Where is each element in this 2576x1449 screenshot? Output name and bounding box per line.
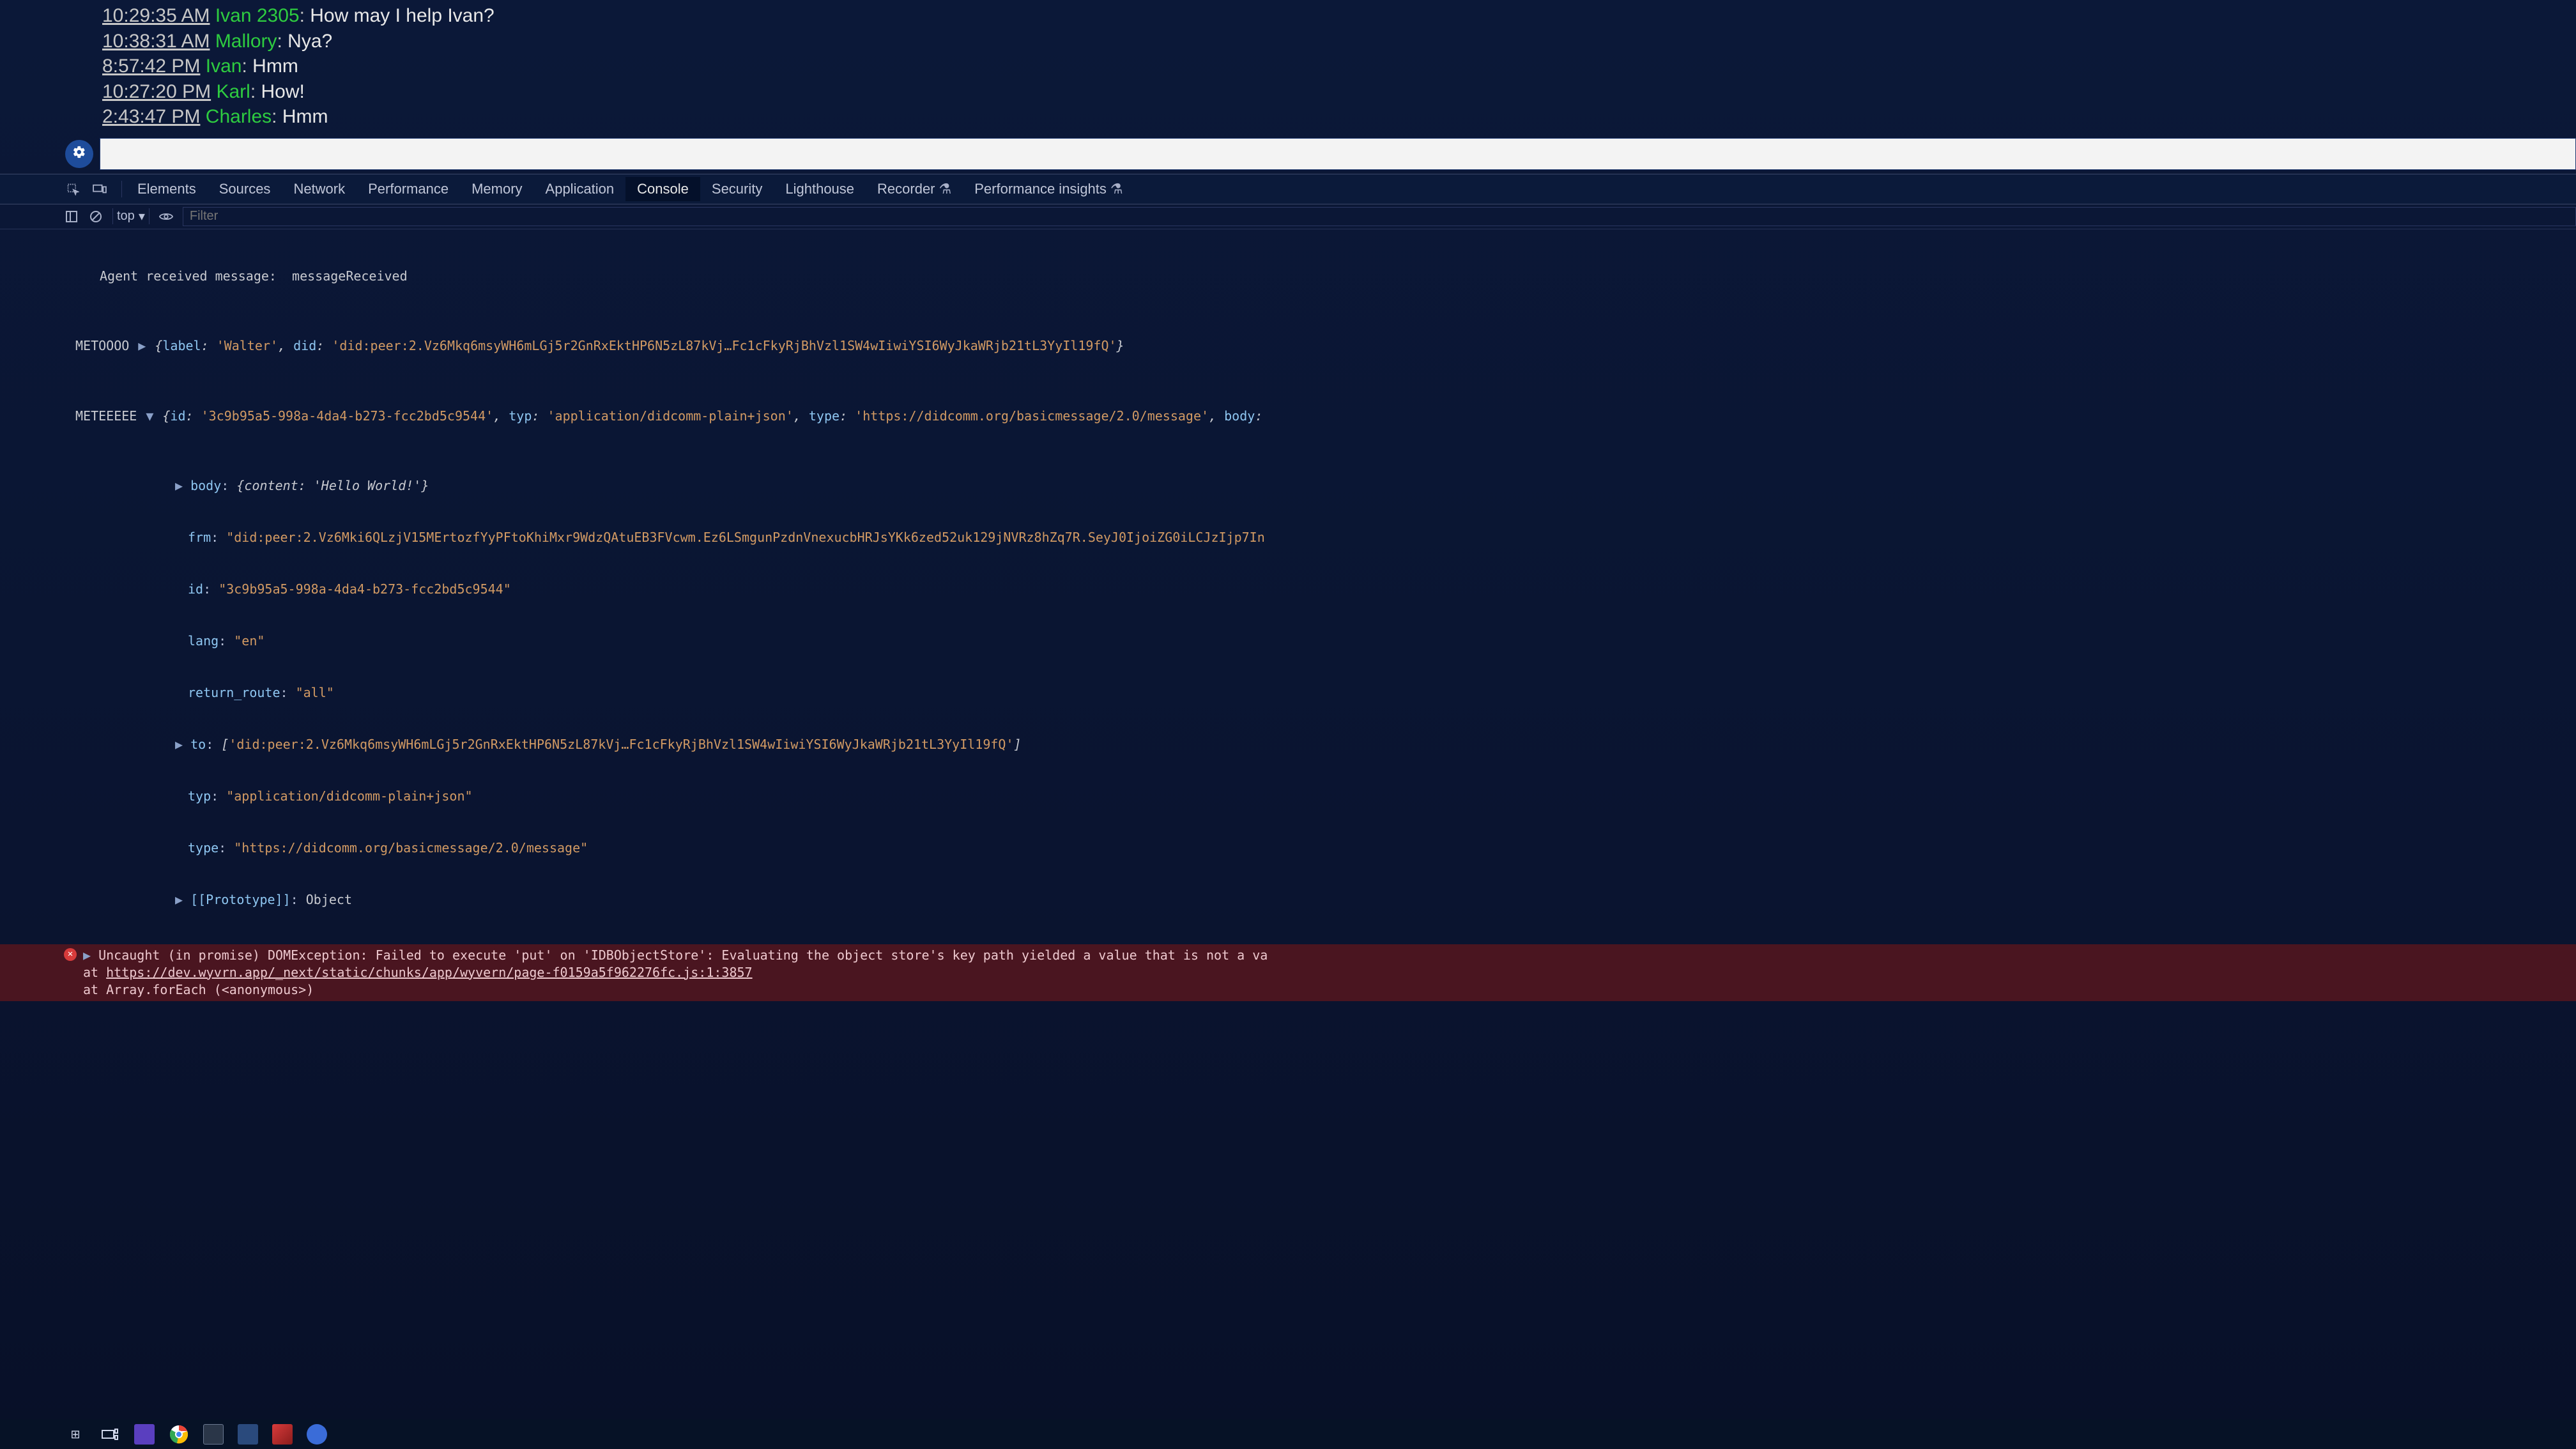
beaker-icon: ⚗ xyxy=(1110,181,1123,197)
chat-timestamp[interactable]: 10:29:35 AM xyxy=(102,5,210,26)
windows-taskbar: ⊞ xyxy=(0,1420,2576,1449)
chat-timestamp[interactable]: 8:57:42 PM xyxy=(102,56,200,77)
expand-caret-icon[interactable]: ▶ xyxy=(138,337,146,355)
tab-sources[interactable]: Sources xyxy=(208,177,282,201)
tab-security[interactable]: Security xyxy=(700,177,774,201)
tab-application[interactable]: Application xyxy=(534,177,626,201)
error-source-link[interactable]: https://dev.wyvrn.app/_next/static/chunk… xyxy=(106,965,752,980)
console-output: Agent received message: messageReceived … xyxy=(0,229,2576,943)
collapse-caret-icon[interactable]: ▼ xyxy=(146,408,153,425)
app-icon xyxy=(134,1424,155,1445)
chat-text: How may I help Ivan? xyxy=(310,5,494,26)
console-log: METOOOO ▶ {label: 'Walter', did: 'did:pe… xyxy=(75,337,2576,355)
tab-memory[interactable]: Memory xyxy=(460,177,533,201)
chat-text: Hmm xyxy=(252,56,298,77)
settings-button[interactable] xyxy=(65,140,93,168)
tab-network[interactable]: Network xyxy=(282,177,356,201)
chat-input[interactable] xyxy=(100,138,2576,170)
taskbar-app[interactable] xyxy=(202,1423,225,1446)
error-icon: ✕ xyxy=(64,948,77,961)
chat-timestamp[interactable]: 10:38:31 AM xyxy=(102,31,210,52)
log-label: METEEEEE xyxy=(75,408,137,425)
tab-performance-insights[interactable]: Performance insights⚗ xyxy=(963,177,1134,201)
tab-performance[interactable]: Performance xyxy=(356,177,460,201)
chat-message: 10:38:31 AM Mallory: Nya? xyxy=(102,29,2576,54)
gear-icon xyxy=(72,145,86,162)
expand-caret-icon[interactable]: ▶ xyxy=(175,478,190,493)
live-expression-icon[interactable] xyxy=(158,209,174,224)
taskbar-chrome[interactable] xyxy=(167,1423,190,1446)
clear-console-icon[interactable] xyxy=(88,209,103,224)
app-icon xyxy=(238,1424,258,1445)
chat-panel: 10:29:35 AM Ivan 2305: How may I help Iv… xyxy=(0,0,2576,134)
object-property: lang: "en" xyxy=(75,632,2576,650)
chat-input-row xyxy=(0,134,2576,174)
beaker-icon: ⚗ xyxy=(939,181,952,197)
expand-caret-icon[interactable]: ▶ xyxy=(175,892,190,907)
taskview-button[interactable] xyxy=(98,1423,121,1446)
error-message: Uncaught (in promise) DOMException: Fail… xyxy=(98,947,1268,963)
taskbar-app[interactable] xyxy=(133,1423,156,1446)
app-icon xyxy=(307,1424,327,1445)
chat-timestamp[interactable]: 10:27:20 PM xyxy=(102,81,211,102)
error-stack-prefix: at xyxy=(83,965,106,980)
start-button[interactable]: ⊞ xyxy=(64,1423,87,1446)
console-error: ✕ ▶ Uncaught (in promise) DOMException: … xyxy=(0,944,2576,1001)
chat-timestamp[interactable]: 2:43:47 PM xyxy=(102,106,200,127)
chevron-down-icon: ▾ xyxy=(139,208,145,224)
taskview-icon xyxy=(102,1428,118,1441)
error-stack-line: at Array.forEach (<anonymous>) xyxy=(83,982,314,997)
device-toggle-icon[interactable] xyxy=(91,180,109,198)
object-property: ▶ body: {content: 'Hello World!'} xyxy=(75,477,2576,494)
chat-message: 2:43:47 PM Charles: Hmm xyxy=(102,105,2576,129)
chat-username[interactable]: Mallory xyxy=(215,31,277,52)
chat-text: How! xyxy=(261,81,305,102)
object-property: ▶ to: ['did:peer:2.Vz6Mkq6msyWH6mLGj5r2G… xyxy=(75,736,2576,753)
object-property: typ: "application/didcomm-plain+json" xyxy=(75,788,2576,805)
chat-text: Nya? xyxy=(288,31,332,52)
chat-username[interactable]: Karl xyxy=(216,81,250,102)
inspect-icon[interactable] xyxy=(64,180,82,198)
taskbar-app[interactable] xyxy=(271,1423,294,1446)
app-icon xyxy=(272,1424,293,1445)
context-label: top xyxy=(117,209,135,224)
object-property: id: "3c9b95a5-998a-4da4-b273-fcc2bd5c954… xyxy=(75,581,2576,598)
object-property: type: "https://didcomm.org/basicmessage/… xyxy=(75,839,2576,857)
app-icon xyxy=(203,1424,224,1445)
console-log: Agent received message: messageReceived xyxy=(75,268,2576,285)
console-filter-input[interactable] xyxy=(183,207,2576,226)
tab-recorder[interactable]: Recorder⚗ xyxy=(866,177,963,201)
chat-message: 10:29:35 AM Ivan 2305: How may I help Iv… xyxy=(102,4,2576,28)
chat-message: 10:27:20 PM Karl: How! xyxy=(102,80,2576,104)
tab-lighthouse[interactable]: Lighthouse xyxy=(774,177,866,201)
console-toolbar: top ▾ xyxy=(0,204,2576,229)
chat-text: Hmm xyxy=(282,106,328,127)
chat-message: 8:57:42 PM Ivan: Hmm xyxy=(102,54,2576,79)
object-property: ▶ [[Prototype]]: Object xyxy=(75,891,2576,908)
context-selector[interactable]: top ▾ xyxy=(112,208,150,224)
console-log: METEEEEE ▼ {id: '3c9b95a5-998a-4da4-b273… xyxy=(75,407,2576,425)
sidebar-toggle-icon[interactable] xyxy=(64,209,79,224)
object-property: return_route: "all" xyxy=(75,684,2576,702)
chat-username[interactable]: Ivan 2305 xyxy=(215,5,300,26)
expand-caret-icon[interactable]: ▶ xyxy=(83,947,98,963)
object-property: frm: "did:peer:2.Vz6Mki6QLzjV15MErtozfYy… xyxy=(75,529,2576,546)
log-label: METOOOO xyxy=(75,337,129,355)
chat-username[interactable]: Ivan xyxy=(206,56,242,77)
tab-elements[interactable]: Elements xyxy=(126,177,208,201)
devtools-tabbar: Elements Sources Network Performance Mem… xyxy=(0,174,2576,204)
expand-caret-icon[interactable]: ▶ xyxy=(175,737,190,752)
taskbar-app[interactable] xyxy=(305,1423,328,1446)
windows-icon: ⊞ xyxy=(70,1428,80,1441)
taskbar-app[interactable] xyxy=(236,1423,259,1446)
chrome-icon xyxy=(169,1425,188,1444)
tab-console[interactable]: Console xyxy=(625,177,700,201)
chat-username[interactable]: Charles xyxy=(206,106,272,127)
